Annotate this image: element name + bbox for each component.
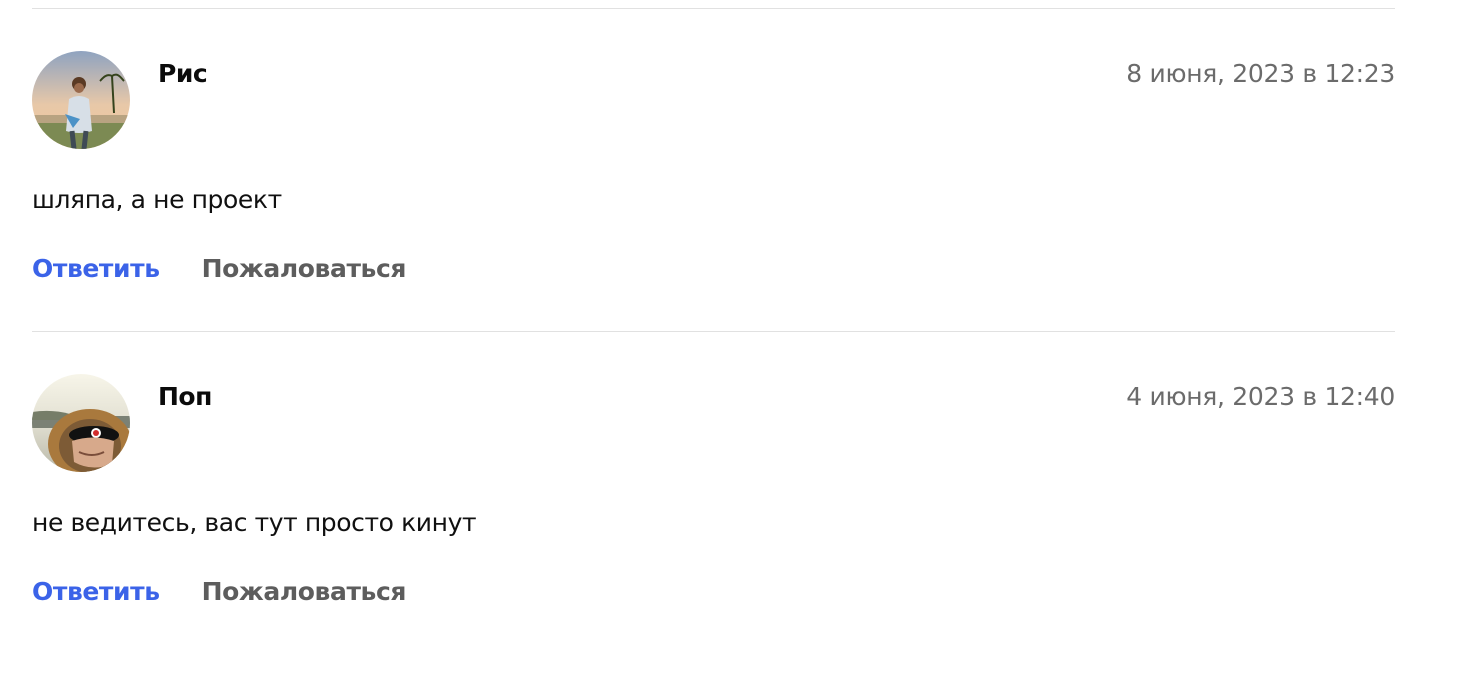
avatar[interactable] xyxy=(32,51,130,149)
report-button[interactable]: Пожаловаться xyxy=(202,577,407,607)
comment-divider-top xyxy=(32,8,1395,9)
comment-date: 4 июня, 2023 в 12:40 xyxy=(1126,382,1395,411)
reply-button[interactable]: Ответить xyxy=(32,577,160,607)
report-button[interactable]: Пожаловаться xyxy=(202,254,407,284)
comment-author[interactable]: Рис xyxy=(158,59,208,89)
avatar[interactable] xyxy=(32,374,130,472)
user-photo-icon xyxy=(32,51,130,149)
user-photo-icon xyxy=(32,374,130,472)
comment-actions: Ответить Пожаловаться xyxy=(32,577,406,607)
comment-actions: Ответить Пожаловаться xyxy=(32,254,406,284)
comment-item: Рис 8 июня, 2023 в 12:23 шляпа, а не про… xyxy=(32,51,1395,351)
reply-button[interactable]: Ответить xyxy=(32,254,160,284)
comment-text: не ведитесь, вас тут просто кинут xyxy=(32,508,477,537)
comment-author[interactable]: Поп xyxy=(158,382,212,412)
comment-text: шляпа, а не проект xyxy=(32,185,282,214)
comment-date: 8 июня, 2023 в 12:23 xyxy=(1126,59,1395,88)
comment-divider xyxy=(32,331,1395,332)
comment-item: Поп 4 июня, 2023 в 12:40 не ведитесь, ва… xyxy=(32,374,1395,674)
